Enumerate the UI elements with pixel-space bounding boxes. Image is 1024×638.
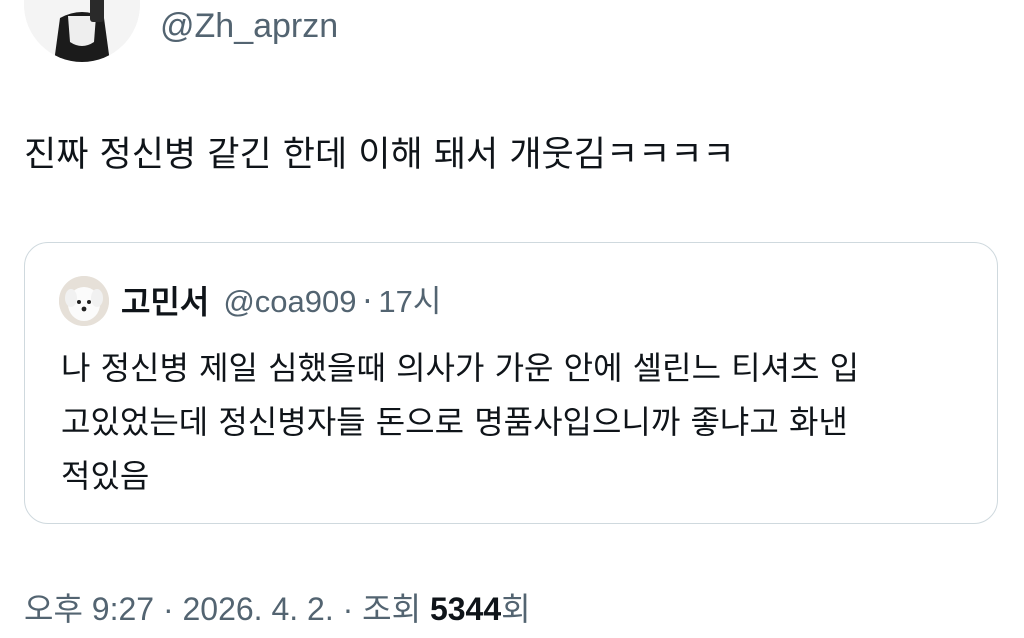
separator-dot: · — [362, 284, 373, 320]
dog-avatar-icon — [59, 276, 109, 326]
view-count: 5344 — [429, 591, 502, 627]
author-handle[interactable]: @Zh_aprzn — [160, 4, 338, 48]
author-avatar[interactable] — [24, 0, 140, 62]
quoted-tweet-line: 적있음 — [61, 457, 150, 495]
tweet-meta: 오후 9:27 · 2026. 4. 2. · 조회 5344회 — [24, 584, 531, 634]
quoted-author-avatar[interactable] — [59, 276, 109, 326]
author-avatar-image — [24, 0, 140, 62]
view-count-unit: 회 — [501, 591, 531, 627]
quoted-tweet-time[interactable]: 17시 — [378, 279, 441, 325]
tweet-timestamp[interactable]: 오후 9:27 · 2026. 4. 2. · 조회 — [24, 591, 430, 627]
quoted-author-name[interactable]: 고민서 — [121, 279, 209, 325]
quoted-tweet-header: 고민서 @coa909 · 17시 — [121, 279, 441, 325]
quoted-tweet-line: 나 정신병 제일 심했을때 의사가 가운 안에 셀린느 티셔츠 입 — [61, 349, 860, 387]
tweet-text: 진짜 정신병 같긴 한데 이해 돼서 개웃김ㅋㅋㅋㅋ — [24, 135, 735, 175]
quoted-tweet-card[interactable]: 고민서 @coa909 · 17시 나 정신병 제일 심했을때 의사가 가운 안… — [24, 242, 998, 524]
quoted-author-handle[interactable]: @coa909 — [223, 279, 356, 325]
quoted-tweet-body: 나 정신병 제일 심했을때 의사가 가운 안에 셀린느 티셔츠 입 고있었는데 … — [61, 341, 971, 503]
quoted-tweet-line: 고있었는데 정신병자들 돈으로 명품사입으니까 좋냐고 화낸 — [61, 403, 848, 441]
